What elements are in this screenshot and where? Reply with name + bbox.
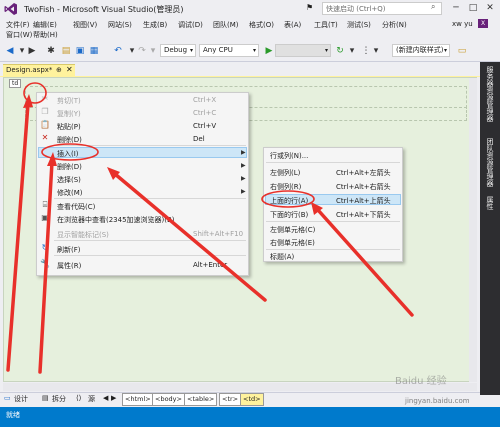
annotation-circle-insert — [41, 143, 99, 161]
breadcrumb-tr[interactable]: <tr> — [219, 393, 242, 406]
annotation-arrow-3 — [113, 172, 267, 302]
tab-design[interactable]: 设计 — [14, 394, 28, 404]
breadcrumb-html[interactable]: <html> — [122, 393, 154, 406]
annotation-overlay — [6, 82, 414, 374]
source-view-icon: ⟨⟩ — [76, 394, 82, 402]
annotation-arrow-2 — [38, 160, 54, 374]
watermark-logo: Baidu 经验 — [395, 376, 447, 387]
tab-source[interactable]: 源 — [88, 394, 95, 404]
tab-split[interactable]: 拆分 — [52, 394, 66, 404]
design-view-icon: ▭ — [4, 394, 11, 402]
watermark-url: jingyan.baidu.com — [405, 397, 470, 405]
breadcrumb-body[interactable]: <body> — [152, 393, 185, 406]
breadcrumb-td[interactable]: <td> — [240, 393, 264, 406]
breadcrumb-back-icon[interactable]: ◀ — [103, 394, 108, 402]
annotation-circle-row-above — [261, 190, 315, 208]
split-view-icon: ▤ — [42, 394, 49, 402]
status-bar — [0, 407, 500, 427]
annotation-arrow-1 — [6, 102, 30, 372]
breadcrumb-table[interactable]: <table> — [184, 393, 218, 406]
status-text: 就绪 — [6, 411, 20, 419]
annotation-arrow-4 — [316, 208, 414, 317]
breadcrumb-forward-icon[interactable]: ▶ — [111, 394, 116, 402]
